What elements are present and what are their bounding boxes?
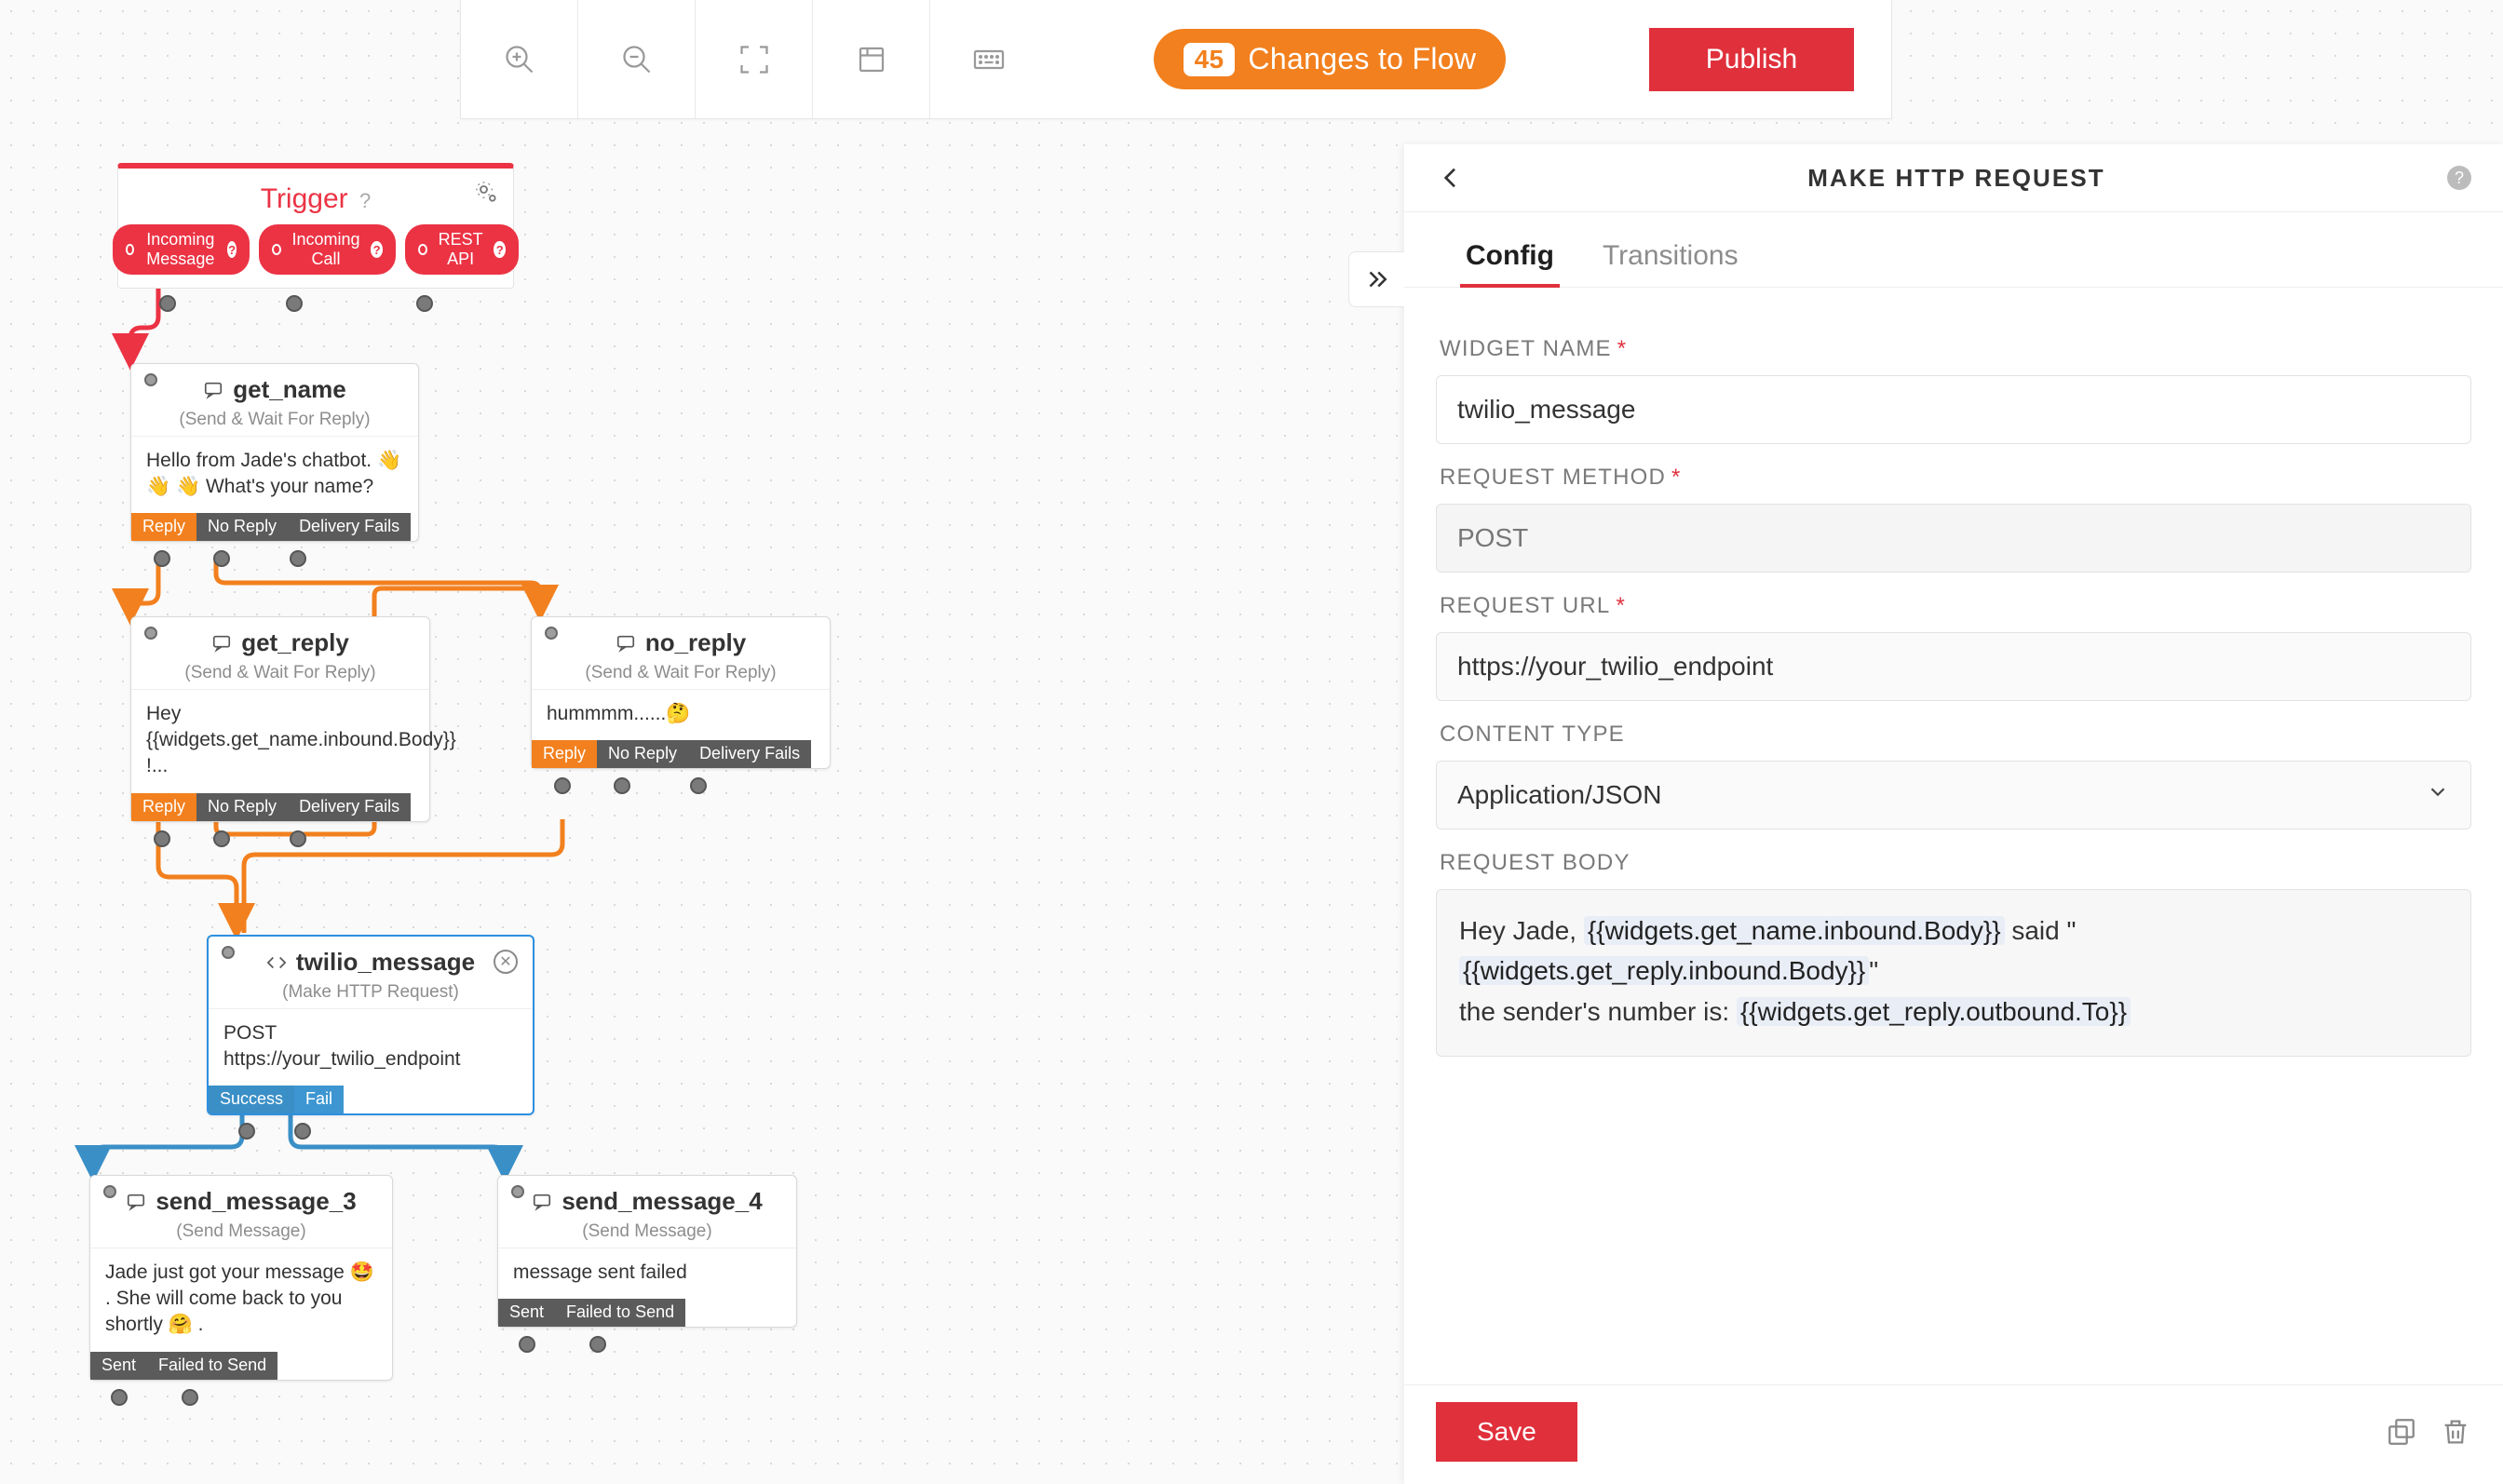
widget-get-name[interactable]: get_name (Send & Wait For Reply) Hello f… <box>130 363 419 542</box>
request-method-select[interactable]: POST <box>1436 504 2471 573</box>
widget-get-reply[interactable]: get_reply (Send & Wait For Reply) Hey {{… <box>130 616 430 822</box>
drag-handle-icon[interactable] <box>545 627 558 640</box>
code-icon <box>266 952 287 973</box>
widget-twilio-message[interactable]: ✕ twilio_message (Make HTTP Request) POS… <box>207 935 534 1115</box>
request-url-input[interactable] <box>1436 632 2471 701</box>
tab-config[interactable]: Config <box>1460 229 1560 287</box>
publish-button[interactable]: Publish <box>1649 28 1854 91</box>
chevron-left-icon <box>1436 163 1466 193</box>
chat-icon <box>616 633 636 654</box>
port-delivery-fails[interactable]: Delivery Fails <box>688 740 811 768</box>
fit-screen-icon <box>737 43 771 76</box>
label-widget-name: WIDGET NAME <box>1440 336 1612 361</box>
drag-handle-icon[interactable] <box>144 627 157 640</box>
chat-icon <box>203 380 223 400</box>
port-failed-to-send[interactable]: Failed to Send <box>555 1299 685 1327</box>
drag-handle-icon[interactable] <box>144 373 157 386</box>
label-content-type: CONTENT TYPE <box>1440 722 1625 747</box>
zoom-out-button[interactable] <box>578 0 696 118</box>
drag-handle-icon[interactable] <box>511 1185 524 1198</box>
label-request-body: REQUEST BODY <box>1440 850 1630 875</box>
save-button[interactable]: Save <box>1436 1402 1577 1462</box>
trigger-widget[interactable]: Trigger ? Incoming Message? Incoming Cal… <box>117 163 514 289</box>
port-reply[interactable]: Reply <box>532 740 597 768</box>
changes-label: Changes to Flow <box>1248 42 1476 76</box>
widget-name-input[interactable] <box>1436 375 2471 444</box>
config-panel: MAKE HTTP REQUEST ? Config Transitions W… <box>1404 144 2503 1484</box>
trigger-title: Trigger <box>261 183 348 214</box>
widget-icon <box>855 43 888 76</box>
zoom-in-icon <box>503 43 536 76</box>
port-success[interactable]: Success <box>209 1086 294 1113</box>
chat-icon <box>126 1192 146 1212</box>
changes-to-flow-button[interactable]: 45 Changes to Flow <box>1154 29 1507 89</box>
label-request-url: REQUEST URL <box>1440 593 1610 618</box>
label-request-method: REQUEST METHOD <box>1440 465 1666 490</box>
port-no-reply[interactable]: No Reply <box>196 513 288 541</box>
fit-screen-button[interactable] <box>696 0 813 118</box>
delete-icon[interactable] <box>2440 1416 2471 1448</box>
tab-transitions[interactable]: Transitions <box>1597 229 1744 287</box>
drag-handle-icon[interactable] <box>103 1185 116 1198</box>
trigger-pill-incoming-message[interactable]: Incoming Message? <box>113 224 250 275</box>
port-delivery-fails[interactable]: Delivery Fails <box>288 793 411 821</box>
changes-count-badge: 45 <box>1184 43 1236 76</box>
trigger-pill-incoming-call[interactable]: Incoming Call? <box>259 224 396 275</box>
widget-send-message-4[interactable]: send_message_4 (Send Message) message se… <box>497 1175 797 1328</box>
widget-library-button[interactable] <box>813 0 930 118</box>
widget-no-reply[interactable]: no_reply (Send & Wait For Reply) hummmm.… <box>531 616 831 769</box>
help-icon[interactable]: ? <box>359 189 371 212</box>
chevron-down-icon <box>2426 780 2450 811</box>
port-fail[interactable]: Fail <box>294 1086 344 1113</box>
panel-title: MAKE HTTP REQUEST <box>1466 164 2447 193</box>
chat-icon <box>532 1192 552 1212</box>
chat-icon <box>211 633 232 654</box>
keyboard-icon <box>972 43 1006 76</box>
zoom-out-icon <box>620 43 654 76</box>
port-reply[interactable]: Reply <box>131 793 196 821</box>
port-delivery-fails[interactable]: Delivery Fails <box>288 513 411 541</box>
back-button[interactable] <box>1436 163 1466 193</box>
editor-toolbar: 45 Changes to Flow Publish <box>460 0 1892 119</box>
duplicate-icon[interactable] <box>2386 1416 2417 1448</box>
port-no-reply[interactable]: No Reply <box>196 793 288 821</box>
zoom-in-button[interactable] <box>461 0 578 118</box>
drag-handle-icon[interactable] <box>222 946 235 959</box>
port-sent[interactable]: Sent <box>90 1352 147 1380</box>
trigger-pill-rest-api[interactable]: REST API? <box>405 224 519 275</box>
port-no-reply[interactable]: No Reply <box>597 740 688 768</box>
help-icon[interactable]: ? <box>2447 166 2471 190</box>
port-failed-to-send[interactable]: Failed to Send <box>147 1352 277 1380</box>
content-type-select[interactable]: Application/JSON <box>1436 761 2471 830</box>
chevron-right-double-icon <box>1363 265 1391 293</box>
request-body-textarea[interactable]: Hey Jade, {{widgets.get_name.inbound.Bod… <box>1436 889 2471 1057</box>
port-reply[interactable]: Reply <box>131 513 196 541</box>
gear-icon[interactable] <box>474 180 500 213</box>
close-icon[interactable]: ✕ <box>494 950 518 974</box>
collapse-panel-button[interactable] <box>1348 251 1404 307</box>
port-sent[interactable]: Sent <box>498 1299 555 1327</box>
keyboard-shortcuts-button[interactable] <box>930 0 1048 118</box>
widget-send-message-3[interactable]: send_message_3 (Send Message) Jade just … <box>89 1175 393 1381</box>
